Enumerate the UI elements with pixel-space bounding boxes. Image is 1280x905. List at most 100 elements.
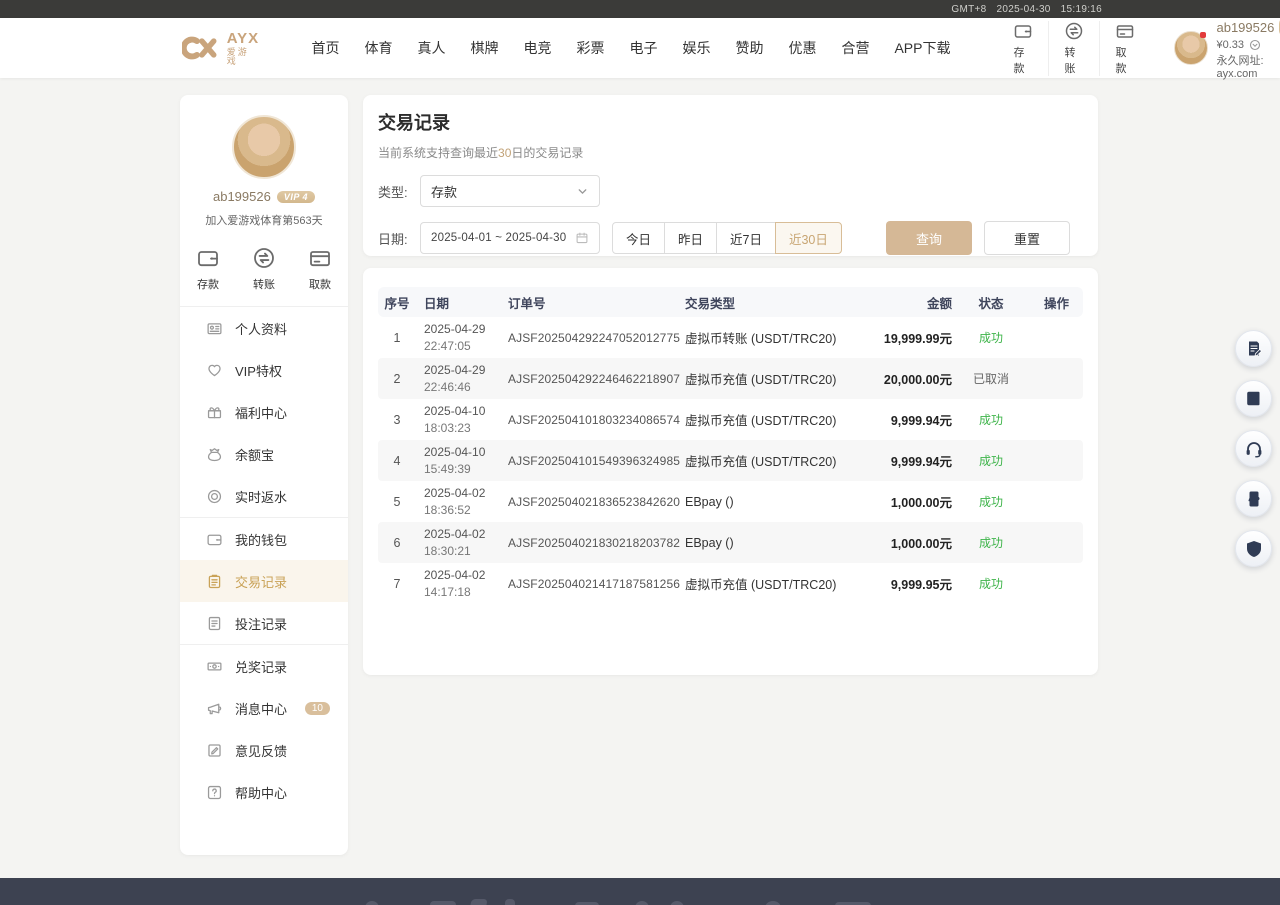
cell-no: 4: [378, 454, 416, 468]
sidebar-item-个人资料[interactable]: 个人资料: [180, 307, 348, 349]
survey-icon: [1244, 339, 1264, 359]
nav-item[interactable]: APP下载: [894, 38, 950, 58]
sidebar-item-label: 我的钱包: [235, 530, 287, 549]
sidebar-item-兑奖记录[interactable]: 兑奖记录: [180, 645, 348, 687]
sidebar-item-label: 消息中心: [235, 699, 287, 718]
permanent-url-label: 永久网址: ayx.com: [1216, 52, 1280, 80]
range-button-昨日[interactable]: 昨日: [664, 222, 717, 254]
float-app-download-icon[interactable]: APP: [1235, 480, 1272, 517]
cell-transaction-type: 虚拟币充值 (USDT/TRC20): [682, 574, 852, 593]
range-button-今日[interactable]: 今日: [612, 222, 665, 254]
wallet-icon: [196, 246, 220, 270]
sidebar-item-福利中心[interactable]: 福利中心: [180, 391, 348, 433]
bank-card-icon: [1115, 21, 1135, 41]
footer-partner-logo: [468, 899, 487, 905]
ok-shield-icon: OK: [1244, 539, 1264, 559]
gift-icon: [206, 404, 223, 421]
column-header: 交易类型: [682, 293, 852, 312]
username: ab199526: [213, 189, 271, 204]
quick-range-group: 今日昨日近7日近30日: [612, 222, 842, 254]
nav-item[interactable]: 赞助: [735, 38, 763, 58]
cell-order-number: AJSF202504021836523842620: [502, 495, 682, 509]
sidebar-item-VIP特权[interactable]: VIP特权: [180, 349, 348, 391]
customer-service-icon: [1244, 439, 1264, 459]
float-customer-service-icon[interactable]: [1235, 430, 1272, 467]
cell-transaction-type: 虚拟币转账 (USDT/TRC20): [682, 328, 852, 347]
bank-card-icon: [308, 246, 332, 270]
nav-item[interactable]: 优惠: [788, 38, 816, 58]
sidebar-quick-actions: 存款 转账取款: [196, 246, 332, 292]
nav-item[interactable]: 棋牌: [470, 38, 498, 58]
table-row: 32025-04-1018:03:23AJSF20250410180323408…: [378, 399, 1083, 440]
cell-date: 2025-04-2922:47:05: [416, 321, 502, 353]
nav-item[interactable]: 电竞: [523, 38, 551, 58]
avatar[interactable]: [1174, 31, 1208, 65]
header-action-存款[interactable]: 存款: [998, 21, 1048, 76]
site-logo[interactable]: AYX 爱游戏: [182, 31, 259, 66]
float-survey-icon[interactable]: [1235, 330, 1272, 367]
chevron-down-icon: [576, 185, 589, 198]
cell-order-number: AJSF202504021830218203782: [502, 536, 682, 550]
type-select[interactable]: 存款: [420, 175, 600, 207]
action-label: 取款: [309, 276, 331, 292]
sidebar-action-取款[interactable]: 取款: [308, 246, 332, 292]
cell-no: 3: [378, 413, 416, 427]
footer-partner-logo: [365, 901, 379, 905]
float-ok-shield-icon[interactable]: OK: [1235, 530, 1272, 567]
sidebar-action-转账[interactable]: 转账: [252, 246, 276, 292]
cell-amount: 9,999.95元: [852, 574, 952, 593]
nav-item[interactable]: 电子: [629, 38, 657, 58]
cell-date: 2025-04-1015:49:39: [416, 444, 502, 476]
date-range-input[interactable]: 2025-04-01 ~ 2025-04-30: [420, 222, 600, 254]
help-icon: [206, 784, 223, 801]
cell-no: 2: [378, 372, 416, 386]
range-button-近7日[interactable]: 近7日: [716, 222, 776, 254]
cell-amount: 1,000.00元: [852, 492, 952, 511]
float-faq-icon[interactable]: ?: [1235, 380, 1272, 417]
cell-status: 成功: [952, 493, 1030, 510]
table-row: 12025-04-2922:47:05AJSF20250429224705201…: [378, 317, 1083, 358]
header-action-转账[interactable]: 转账: [1048, 21, 1099, 76]
sidebar-item-label: VIP特权: [235, 361, 282, 380]
cell-date: 2025-04-2922:46:46: [416, 362, 502, 394]
cell-transaction-type: 虚拟币充值 (USDT/TRC20): [682, 369, 852, 388]
column-header: 金额: [852, 293, 952, 312]
action-label: 存款: [197, 276, 219, 292]
nav-item[interactable]: 体育: [364, 38, 392, 58]
nav-item[interactable]: 合营: [841, 38, 869, 58]
cell-transaction-type: 虚拟币充值 (USDT/TRC20): [682, 410, 852, 429]
sidebar-item-余额宝[interactable]: 余额宝: [180, 433, 348, 475]
nav-item[interactable]: 彩票: [576, 38, 604, 58]
header-action-取款[interactable]: 取款: [1099, 21, 1150, 76]
sidebar-item-帮助中心[interactable]: 帮助中心: [180, 771, 348, 813]
sidebar-action-存款[interactable]: 存款: [196, 246, 220, 292]
table-row: 72025-04-0214:17:18AJSF20250402141718758…: [378, 563, 1083, 604]
range-button-近30日[interactable]: 近30日: [775, 222, 842, 254]
nav-item[interactable]: 真人: [417, 38, 445, 58]
header-quick-actions: 存款转账取款: [998, 21, 1150, 76]
sidebar-item-实时返水[interactable]: 实时返水: [180, 475, 348, 517]
unread-badge: 10: [305, 702, 330, 715]
subtitle-pre: 当前系统支持查询最近: [378, 146, 498, 160]
sidebar-item-交易记录[interactable]: 交易记录: [180, 560, 348, 602]
cell-order-number: AJSF202504292247052012775: [502, 331, 682, 345]
notification-dot: [1200, 32, 1206, 38]
refresh-balance-icon[interactable]: [1249, 39, 1261, 51]
action-label: 存款: [1013, 44, 1033, 76]
query-button[interactable]: 查询: [886, 221, 972, 255]
page-title: 交易记录: [378, 109, 1083, 135]
vip-badge: VIP 4: [277, 191, 315, 203]
sidebar-item-意见反馈[interactable]: 意见反馈: [180, 729, 348, 771]
nav-item[interactable]: 娱乐: [682, 38, 710, 58]
reset-button[interactable]: 重置: [984, 221, 1070, 255]
nav-item[interactable]: 首页: [311, 38, 339, 58]
sidebar-item-我的钱包[interactable]: 我的钱包: [180, 518, 348, 560]
table-body: 12025-04-2922:47:05AJSF20250429224705201…: [378, 317, 1083, 604]
cell-order-number: AJSF202504021417187581256: [502, 577, 682, 591]
prize-icon: [206, 658, 223, 675]
avatar[interactable]: [232, 115, 296, 179]
header-user-area[interactable]: ab199526 VIP 4 ¥0.33 永久网址: ayx.com: [1174, 16, 1280, 80]
sidebar-item-消息中心[interactable]: 消息中心 10: [180, 687, 348, 729]
sidebar-item-投注记录[interactable]: 投注记录: [180, 602, 348, 644]
cell-amount: 19,999.99元: [852, 328, 952, 347]
